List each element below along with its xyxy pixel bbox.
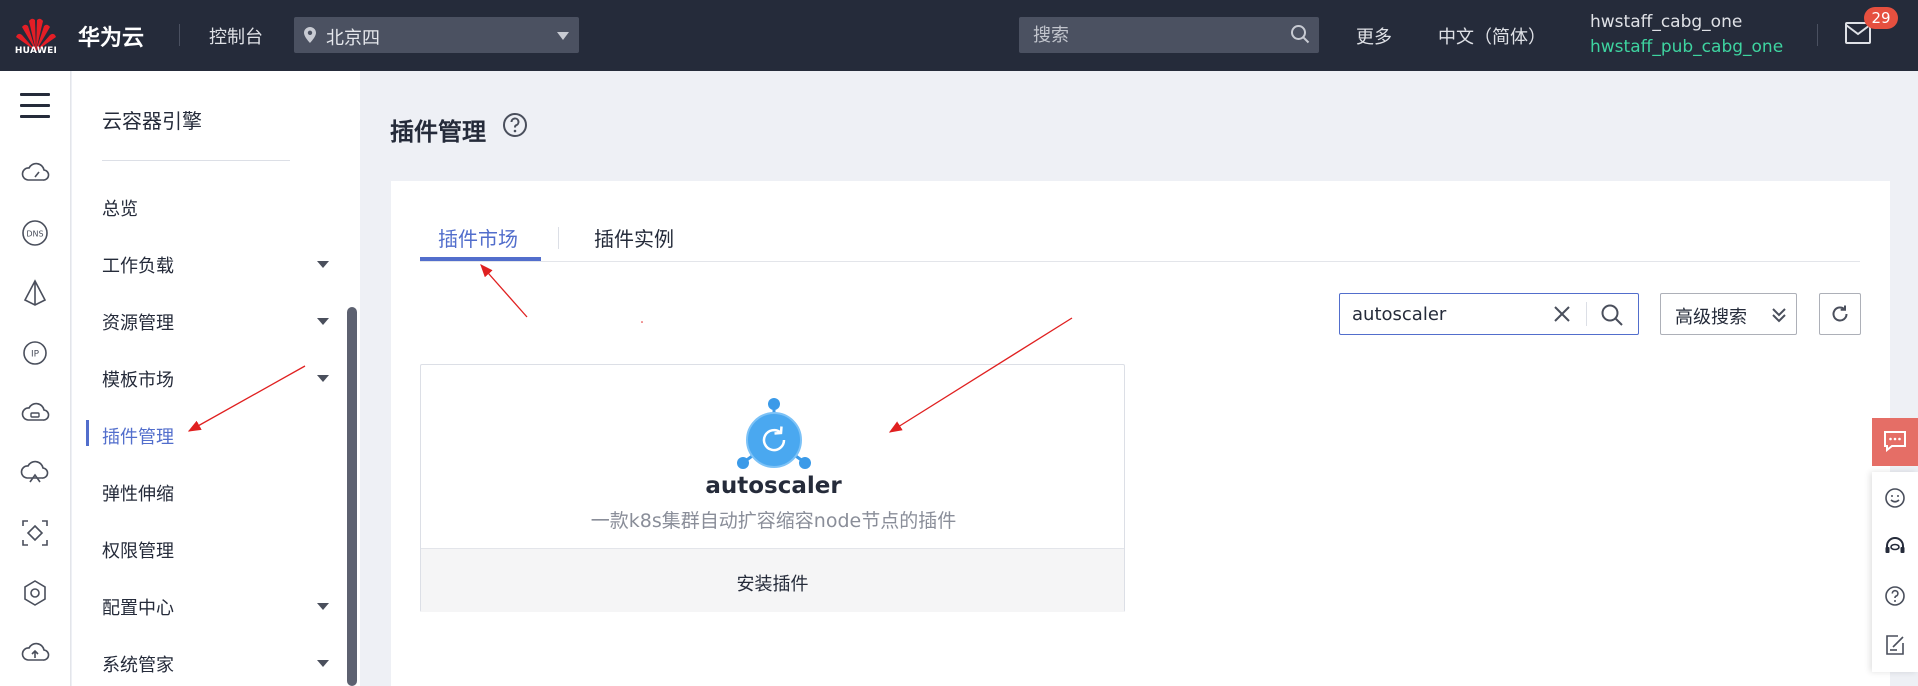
chevron-down-icon xyxy=(317,603,329,610)
top-bar: HUAWEI 华为云 控制台 北京四 更多 中文（简体） hwstaff_cab… xyxy=(0,0,1918,71)
float-toolbar xyxy=(1872,472,1918,672)
sidebar-item-label: 弹性伸缩 xyxy=(102,484,174,505)
question-icon[interactable] xyxy=(1884,585,1906,607)
cloud-storage-icon[interactable] xyxy=(20,398,50,428)
chevron-down-icon xyxy=(317,318,329,325)
chat-icon xyxy=(1884,431,1906,452)
search-icon[interactable] xyxy=(1600,303,1624,327)
chevron-down-icon xyxy=(317,261,329,268)
sidebar-item-overview[interactable]: 总览 xyxy=(102,192,332,222)
svg-text:IP: IP xyxy=(31,350,40,360)
notification-badge[interactable]: 29 xyxy=(1864,7,1898,29)
tab-plugin-market[interactable]: 插件市场 xyxy=(438,223,518,252)
sidebar-item-permissions[interactable]: 权限管理 xyxy=(102,534,332,564)
help-icon[interactable] xyxy=(502,112,528,138)
sidebar-item-resources[interactable]: 资源管理 xyxy=(102,306,332,336)
plugin-card-autoscaler[interactable]: autoscaler 一款k8s集群自动扩容缩容node节点的插件 安装插件 xyxy=(420,364,1125,612)
svg-text:DNS: DNS xyxy=(26,230,43,239)
advanced-search-button[interactable]: 高级搜索 xyxy=(1660,293,1797,335)
sidebar-item-label: 配置中心 xyxy=(102,598,174,619)
sidebar-item-label: 系统管家 xyxy=(102,655,174,676)
username-secondary[interactable]: hwstaff_pub_cabg_one xyxy=(1590,37,1783,57)
double-chevron-down-icon xyxy=(1772,308,1786,323)
sidebar-item-system-butler[interactable]: 系统管家 xyxy=(102,648,332,678)
dns-icon[interactable]: DNS xyxy=(20,218,50,248)
sidebar-item-config-center[interactable]: 配置中心 xyxy=(102,591,332,621)
autoscaler-logo-icon xyxy=(737,398,811,469)
cloud-upload-icon[interactable] xyxy=(20,638,50,668)
chevron-down-icon xyxy=(317,375,329,382)
active-indicator xyxy=(86,420,89,446)
close-icon[interactable] xyxy=(1552,304,1572,324)
sidebar-item-label: 模板市场 xyxy=(102,370,174,391)
divider xyxy=(102,160,290,161)
language-selector[interactable]: 中文（简体） xyxy=(1438,23,1546,49)
refresh-button[interactable] xyxy=(1819,293,1861,335)
refresh-icon xyxy=(1832,305,1848,322)
sidebar-item-workloads[interactable]: 工作负载 xyxy=(102,249,332,279)
sidebar-item-auto-scaling[interactable]: 弹性伸缩 xyxy=(102,477,332,507)
sidebar-item-label: 工作负载 xyxy=(102,256,174,277)
console-link[interactable]: 控制台 xyxy=(209,23,263,49)
diamond-frame-icon[interactable] xyxy=(20,518,50,548)
service-title: 云容器引擎 xyxy=(102,109,202,133)
divider xyxy=(420,261,1860,262)
chat-float-button[interactable] xyxy=(1872,418,1918,466)
sidebar-item-template-market[interactable]: 模板市场 xyxy=(102,363,332,393)
chevron-down-icon xyxy=(557,32,569,40)
global-search-input[interactable] xyxy=(1019,17,1319,53)
sidebar: 云容器引擎 总览 工作负载 资源管理 模板市场 插件管理 弹性伸缩 权限管理 配… xyxy=(72,71,360,686)
delta-icon[interactable] xyxy=(20,278,50,308)
location-pin-icon xyxy=(304,27,316,43)
sidebar-item-label: 总览 xyxy=(102,199,138,220)
hexagon-gear-icon[interactable] xyxy=(20,578,50,608)
cloud-network-icon[interactable] xyxy=(20,458,50,488)
brand-name[interactable]: 华为云 xyxy=(78,20,144,52)
sidebar-item-plugin-management[interactable]: 插件管理 xyxy=(102,420,332,450)
plugin-name: autoscaler xyxy=(705,473,842,499)
sidebar-scrollbar[interactable] xyxy=(347,307,357,686)
sidebar-item-label: 权限管理 xyxy=(102,541,174,562)
sidebar-item-label: 资源管理 xyxy=(102,313,174,334)
divider xyxy=(558,227,559,249)
headset-support-icon[interactable] xyxy=(1884,536,1906,558)
ip-icon[interactable]: IP xyxy=(20,338,50,368)
region-selector[interactable]: 北京四 xyxy=(294,17,579,53)
chevron-down-icon xyxy=(317,660,329,667)
install-plugin-button[interactable]: 安装插件 xyxy=(421,548,1124,612)
edit-note-icon[interactable] xyxy=(1884,634,1906,656)
tab-plugin-instances[interactable]: 插件实例 xyxy=(594,223,674,252)
logo-text: HUAWEI xyxy=(14,46,58,56)
divider xyxy=(1817,24,1818,46)
install-plugin-label: 安装插件 xyxy=(736,574,809,595)
smile-feedback-icon[interactable] xyxy=(1884,487,1906,509)
username-primary[interactable]: hwstaff_cabg_one xyxy=(1590,12,1742,32)
plugin-search-box xyxy=(1339,293,1639,335)
sidebar-item-label: 插件管理 xyxy=(102,427,174,448)
divider xyxy=(1586,302,1587,326)
plugin-search-input[interactable] xyxy=(1352,300,1532,328)
page-title: 插件管理 xyxy=(390,118,486,146)
hamburger-menu-icon[interactable] xyxy=(20,93,50,119)
search-icon[interactable] xyxy=(1290,24,1310,44)
region-label: 北京四 xyxy=(326,28,380,49)
advanced-search-label: 高级搜索 xyxy=(1675,307,1747,328)
divider xyxy=(179,24,180,46)
cloud-speed-icon[interactable] xyxy=(20,158,50,188)
plugin-description: 一款k8s集群自动扩容缩容node节点的插件 xyxy=(590,510,957,532)
service-icon-rail: DNS IP xyxy=(0,71,71,686)
more-menu[interactable]: 更多 xyxy=(1356,23,1392,49)
